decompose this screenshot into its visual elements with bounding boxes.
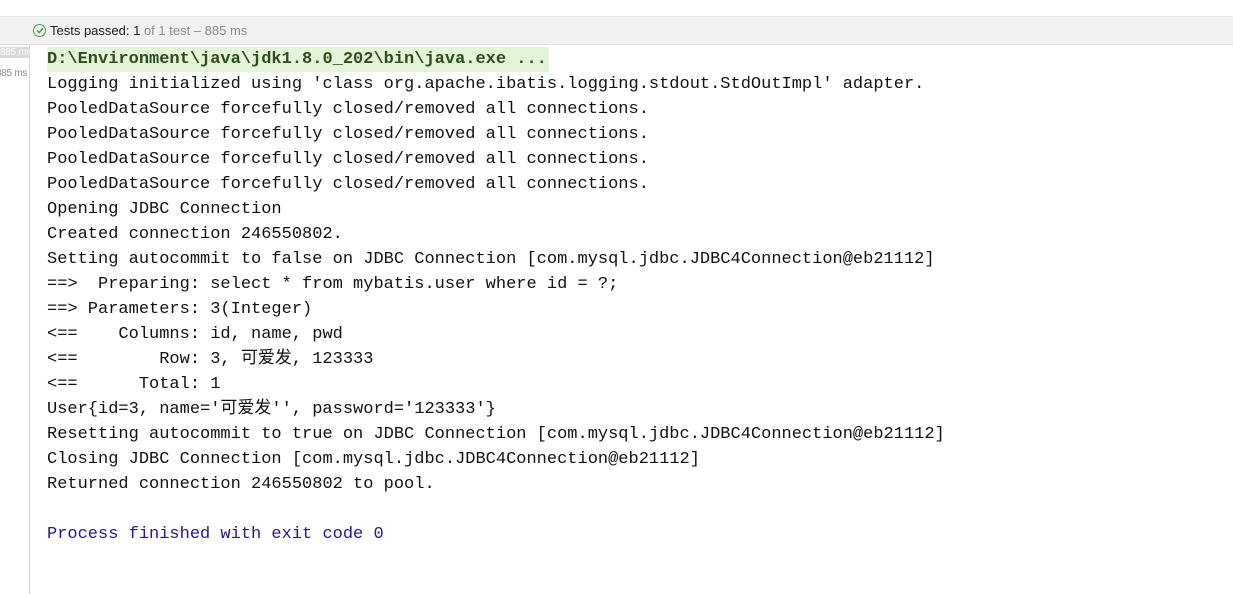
test-tree-gutter[interactable]: 885 ms 885 ms <box>0 45 31 594</box>
check-icon <box>33 24 46 37</box>
test-status-bar: Tests passed: 1 of 1 test – 885 ms <box>0 16 1233 45</box>
console-line: PooledDataSource forcefully closed/remov… <box>47 125 649 144</box>
tool-window-header <box>0 0 1233 16</box>
tests-summary: of 1 test – 885 ms <box>140 23 248 38</box>
console-line: Setting autocommit to false on JDBC Conn… <box>47 250 935 269</box>
console-line: PooledDataSource forcefully closed/remov… <box>47 100 649 119</box>
console-line: <== Row: 3, 可爱发, 123333 <box>47 350 374 369</box>
test-duration-root[interactable]: 885 ms <box>0 47 31 58</box>
console-line: ==> Parameters: 3(Integer) <box>47 300 313 319</box>
console-line: Created connection 246550802. <box>47 225 343 244</box>
console-line: <== Columns: id, name, pwd <box>47 325 343 344</box>
console-output[interactable]: D:\Environment\java\jdk1.8.0_202\bin\jav… <box>31 45 1233 594</box>
console-line: ==> Preparing: select * from mybatis.use… <box>47 275 619 294</box>
console-line: Opening JDBC Connection <box>47 200 282 219</box>
tests-passed-label: Tests passed: <box>50 23 134 38</box>
test-duration-item[interactable]: 885 ms <box>0 68 27 79</box>
run-tool-window: Tests passed: 1 of 1 test – 885 ms 885 m… <box>0 0 1233 594</box>
console-line: Resetting autocommit to true on JDBC Con… <box>47 425 945 444</box>
console-line: Returned connection 246550802 to pool. <box>47 475 435 494</box>
console-line: PooledDataSource forcefully closed/remov… <box>47 150 649 169</box>
command-line[interactable]: D:\Environment\java\jdk1.8.0_202\bin\jav… <box>47 47 549 72</box>
console-line: User{id=3, name='可爱发'', password='123333… <box>47 400 496 419</box>
tests-passed-text: Tests passed: 1 of 1 test – 885 ms <box>50 23 247 38</box>
process-finished-line: Process finished with exit code 0 <box>47 525 384 544</box>
console-line: Closing JDBC Connection [com.mysql.jdbc.… <box>47 450 700 469</box>
console-line: <== Total: 1 <box>47 375 221 394</box>
console-line: Logging initialized using 'class org.apa… <box>47 75 925 94</box>
console-line: PooledDataSource forcefully closed/remov… <box>47 175 649 194</box>
